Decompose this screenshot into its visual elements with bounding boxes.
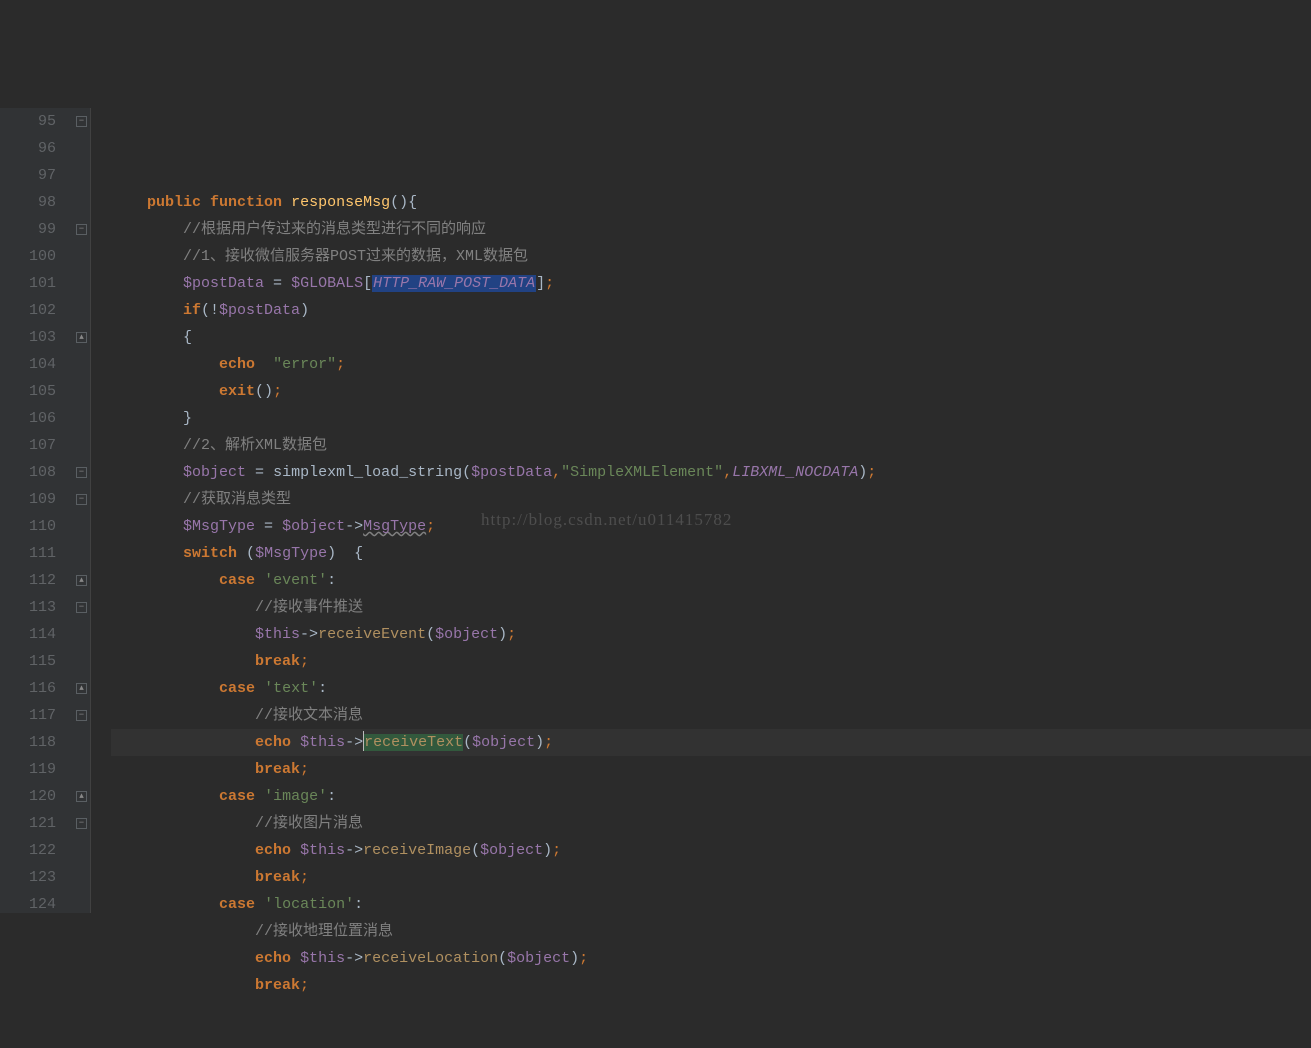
fold-toggle-icon[interactable]: − — [76, 467, 87, 478]
code-line[interactable]: { — [111, 324, 1311, 351]
code-line[interactable]: switch ($MsgType) { — [111, 540, 1311, 567]
line-number: 100 — [0, 243, 56, 270]
line-number: 123 — [0, 864, 56, 891]
code-line[interactable]: break; — [111, 864, 1311, 891]
line-number: 109 — [0, 486, 56, 513]
code-line[interactable]: echo $this->receiveLocation($object); — [111, 945, 1311, 972]
line-number: 101 — [0, 270, 56, 297]
code-line[interactable]: exit(); — [111, 378, 1311, 405]
line-number: 119 — [0, 756, 56, 783]
code-line[interactable]: echo $this->receiveText($object); — [111, 729, 1311, 756]
code-line[interactable]: case 'text': — [111, 675, 1311, 702]
line-number: 110 — [0, 513, 56, 540]
code-line[interactable]: } — [111, 405, 1311, 432]
code-line[interactable]: case 'image': — [111, 783, 1311, 810]
code-line[interactable]: //接收文本消息 — [111, 702, 1311, 729]
code-line[interactable]: public function responseMsg(){ — [111, 189, 1311, 216]
line-number: 98 — [0, 189, 56, 216]
fold-end-icon[interactable]: ▴ — [76, 575, 87, 586]
fold-toggle-icon[interactable]: − — [76, 710, 87, 721]
line-number: 124 — [0, 891, 56, 918]
code-line[interactable]: echo "error"; — [111, 351, 1311, 378]
code-line[interactable]: break; — [111, 972, 1311, 999]
line-number: 104 — [0, 351, 56, 378]
code-line[interactable]: //接收事件推送 — [111, 594, 1311, 621]
fold-toggle-icon[interactable]: − — [76, 602, 87, 613]
line-number: 114 — [0, 621, 56, 648]
line-number: 107 — [0, 432, 56, 459]
code-line[interactable]: case 'location': — [111, 891, 1311, 918]
line-number: 113 — [0, 594, 56, 621]
line-number-gutter: 9596979899100101102103104105106107108109… — [0, 108, 74, 913]
line-number: 112 — [0, 567, 56, 594]
line-number: 118 — [0, 729, 56, 756]
fold-toggle-icon[interactable]: − — [76, 494, 87, 505]
code-line[interactable]: echo $this->receiveImage($object); — [111, 837, 1311, 864]
line-number: 96 — [0, 135, 56, 162]
fold-end-icon[interactable]: ▴ — [76, 791, 87, 802]
line-number: 122 — [0, 837, 56, 864]
fold-end-icon[interactable]: ▴ — [76, 332, 87, 343]
fold-toggle-icon[interactable]: − — [76, 818, 87, 829]
code-line[interactable]: $this->receiveEvent($object); — [111, 621, 1311, 648]
line-number: 102 — [0, 297, 56, 324]
code-line[interactable]: case 'event': — [111, 567, 1311, 594]
code-line[interactable]: $postData = $GLOBALS[HTTP_RAW_POST_DATA]… — [111, 270, 1311, 297]
line-number: 111 — [0, 540, 56, 567]
fold-toggle-icon[interactable]: − — [76, 224, 87, 235]
line-number: 120 — [0, 783, 56, 810]
code-editor[interactable]: 9596979899100101102103104105106107108109… — [0, 108, 1311, 913]
line-number: 105 — [0, 378, 56, 405]
code-area[interactable]: http://blog.csdn.net/u011415782 public f… — [91, 108, 1311, 913]
code-line[interactable]: //根据用户传过来的消息类型进行不同的响应 — [111, 216, 1311, 243]
line-number: 108 — [0, 459, 56, 486]
line-number: 95 — [0, 108, 56, 135]
code-line[interactable]: $MsgType = $object->MsgType; — [111, 513, 1311, 540]
code-line[interactable]: break; — [111, 756, 1311, 783]
line-number: 117 — [0, 702, 56, 729]
fold-end-icon[interactable]: ▴ — [76, 683, 87, 694]
line-number: 115 — [0, 648, 56, 675]
code-line[interactable]: break; — [111, 648, 1311, 675]
code-line[interactable]: if(!$postData) — [111, 297, 1311, 324]
fold-toggle-icon[interactable]: − — [76, 116, 87, 127]
line-number: 116 — [0, 675, 56, 702]
fold-column[interactable]: − − ▴ − − ▴ − ▴ − ▴ − — [74, 108, 90, 913]
line-number: 121 — [0, 810, 56, 837]
code-line[interactable]: //1、接收微信服务器POST过来的数据，XML数据包 — [111, 243, 1311, 270]
line-number: 97 — [0, 162, 56, 189]
code-line[interactable]: //2、解析XML数据包 — [111, 432, 1311, 459]
code-line[interactable]: $object = simplexml_load_string($postDat… — [111, 459, 1311, 486]
code-line[interactable]: //接收图片消息 — [111, 810, 1311, 837]
line-number: 99 — [0, 216, 56, 243]
code-line[interactable]: //获取消息类型 — [111, 486, 1311, 513]
line-number: 103 — [0, 324, 56, 351]
line-number: 106 — [0, 405, 56, 432]
code-line[interactable]: //接收地理位置消息 — [111, 918, 1311, 945]
